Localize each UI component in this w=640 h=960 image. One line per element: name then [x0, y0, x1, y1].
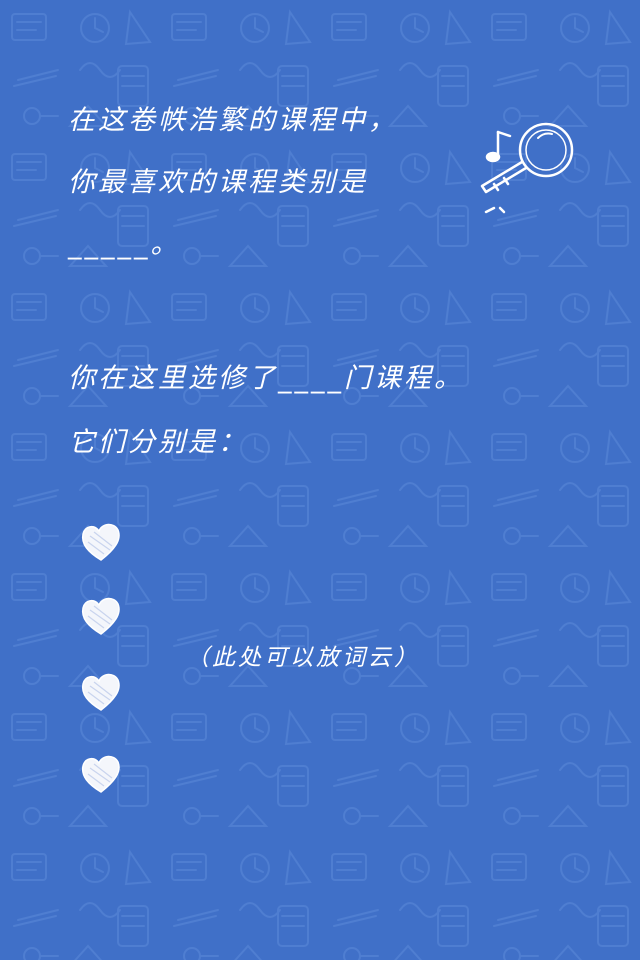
course-list-heading: 它们分别是：	[68, 427, 248, 458]
course-count-line: 你在这里选修了____门课程。	[68, 363, 464, 394]
heart-icon	[81, 597, 120, 635]
intro-line-2: 你最喜欢的课程类别是	[68, 167, 368, 198]
heart-icon	[81, 523, 120, 561]
intro-line-1: 在这卷帙浩繁的课程中，	[68, 105, 398, 136]
heart-icon	[81, 755, 120, 793]
magnifier-icon	[480, 122, 574, 214]
music-note-icon	[485, 130, 512, 163]
intro-line-3-blank: _____。	[68, 229, 181, 260]
heart-icon	[81, 673, 120, 711]
word-cloud-placeholder: （此处可以放词云）	[186, 645, 420, 671]
